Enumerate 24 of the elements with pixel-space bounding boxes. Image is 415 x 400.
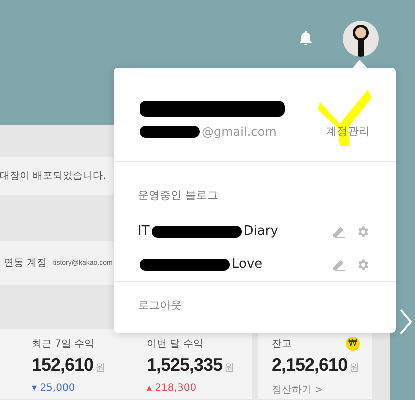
balance-label: 잔고 bbox=[272, 338, 292, 351]
blog-name[interactable]: IT Diary bbox=[138, 224, 278, 239]
settle-link[interactable]: 정산하기 > bbox=[272, 383, 324, 397]
settings-icon[interactable] bbox=[356, 224, 370, 238]
logout-link[interactable]: 로그아웃 bbox=[114, 282, 396, 333]
notification-bell-icon[interactable] bbox=[299, 30, 313, 46]
balance-value: 2,152,610 원 bbox=[272, 354, 360, 377]
won-badge: ₩ bbox=[346, 337, 360, 351]
redaction-mark bbox=[140, 126, 200, 138]
stat-change: ▾ 25,000 bbox=[32, 383, 76, 394]
stat-label: 이번 달 수익 bbox=[147, 338, 204, 351]
avatar[interactable] bbox=[343, 21, 379, 57]
edit-icon[interactable] bbox=[332, 258, 346, 272]
section-title: 운영중인 블로그 bbox=[138, 188, 220, 203]
blog-name[interactable]: Love bbox=[138, 257, 263, 272]
stat-value: 1,525,335 원 bbox=[147, 354, 234, 377]
linked-account-label: 연동 계정 bbox=[4, 257, 48, 270]
stat-change: ▴ 218,300 bbox=[147, 383, 197, 394]
stat-label: 최근 7일 수익 bbox=[32, 338, 95, 351]
notice-text: 대장이 배포되었습니다. bbox=[0, 170, 106, 183]
settings-icon[interactable] bbox=[356, 258, 370, 272]
edit-icon[interactable] bbox=[332, 224, 346, 238]
stat-value: 152,610 원 bbox=[32, 354, 106, 377]
email-text: @gmail.com bbox=[202, 125, 277, 139]
